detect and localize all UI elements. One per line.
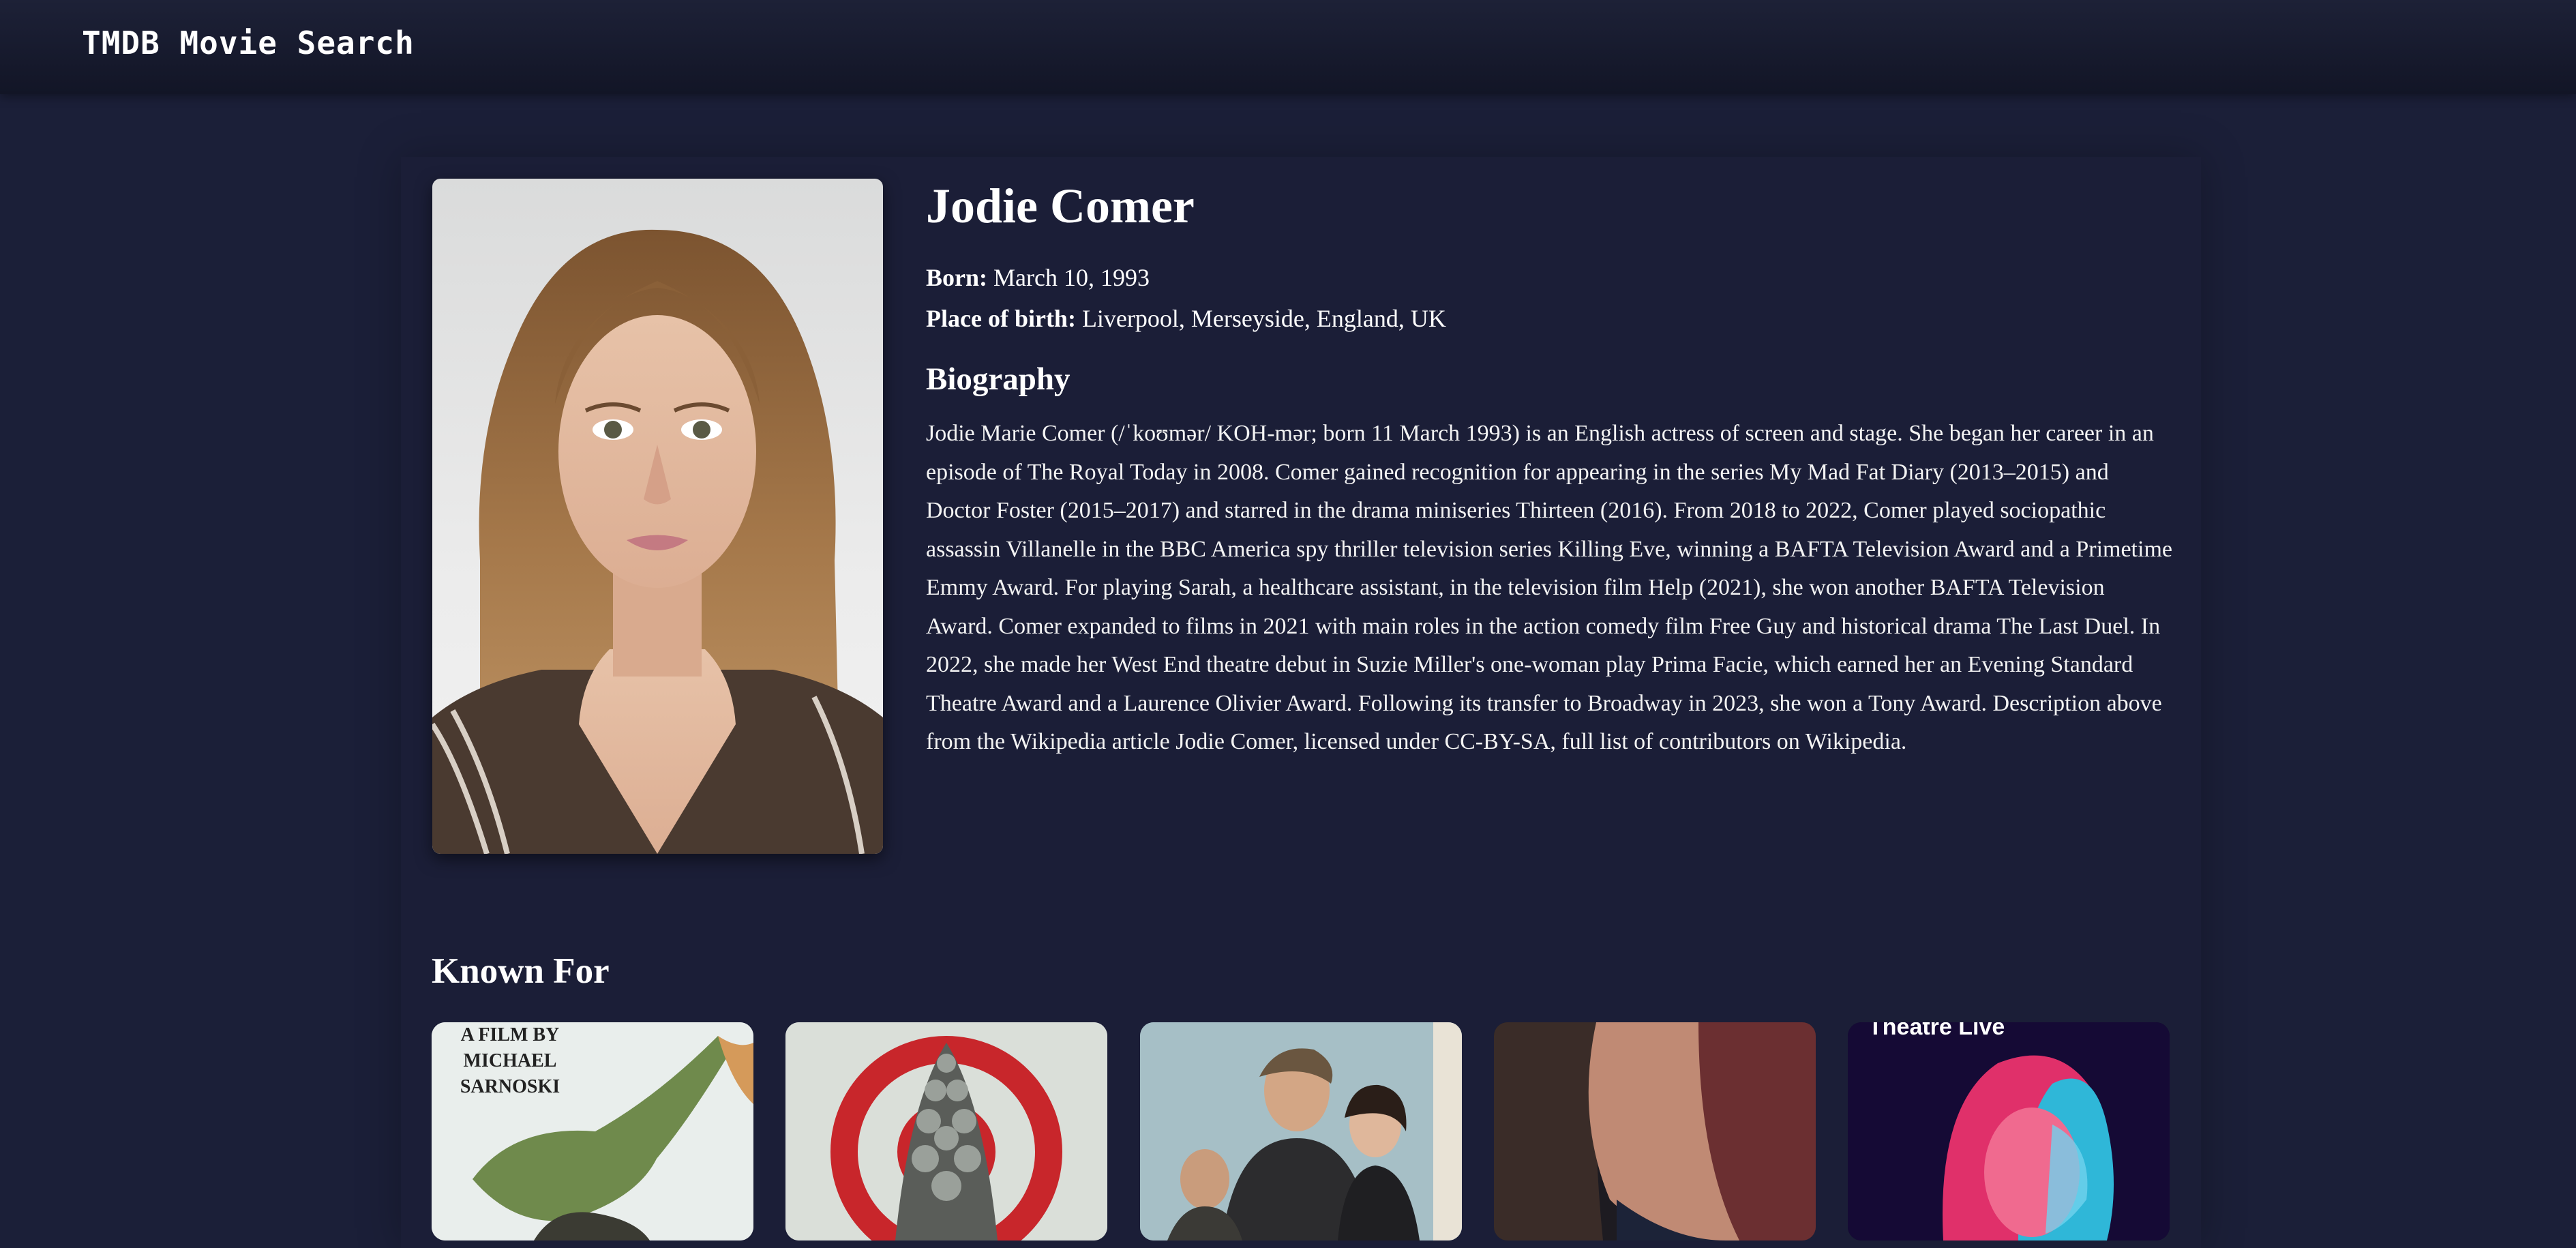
birthplace-row: Place of birth: Liverpool, Merseyside, E… bbox=[926, 304, 2174, 333]
profile-photo bbox=[432, 179, 883, 854]
known-for-poster-4[interactable] bbox=[1494, 1022, 1816, 1240]
known-for-poster-3[interactable] bbox=[1140, 1022, 1462, 1240]
poster-caption-1: A FILM BY MICHAEL SARNOSKI bbox=[460, 1024, 560, 1097]
portrait-illustration bbox=[432, 229, 883, 854]
app-title[interactable]: TMDB Movie Search bbox=[82, 25, 415, 61]
birthplace-label: Place of birth: bbox=[926, 305, 1076, 332]
poster-art-3 bbox=[1140, 1022, 1462, 1240]
known-for-heading: Known For bbox=[432, 951, 610, 991]
person-name: Jodie Comer bbox=[926, 179, 1195, 233]
poster-caption-5: Theatre Live bbox=[1868, 1022, 2005, 1040]
known-for-poster-1[interactable]: A FILM BY MICHAEL SARNOSKI bbox=[432, 1022, 753, 1240]
biohazard-poster-art bbox=[785, 1022, 1107, 1240]
born-label: Born: bbox=[926, 264, 987, 291]
known-for-poster-5[interactable]: Theatre Live bbox=[1848, 1022, 2170, 1240]
person-info: Jodie Comer Born: March 10, 1993 Place o… bbox=[926, 179, 2174, 762]
known-for-poster-2[interactable] bbox=[785, 1022, 1107, 1240]
poster-art-4 bbox=[1494, 1022, 1816, 1240]
biography-text: Jodie Marie Comer (/ˈkoʊmər/ KOH-mər; bo… bbox=[926, 421, 2172, 754]
top-bar: TMDB Movie Search bbox=[0, 0, 2576, 94]
poster-art-5 bbox=[1848, 1022, 2170, 1240]
birthplace-value: Liverpool, Merseyside, England, UK bbox=[1081, 305, 1446, 332]
biography-heading: Biography bbox=[926, 361, 1070, 397]
born-value: March 10, 1993 bbox=[993, 264, 1150, 291]
born-row: Born: March 10, 1993 bbox=[926, 263, 2174, 292]
